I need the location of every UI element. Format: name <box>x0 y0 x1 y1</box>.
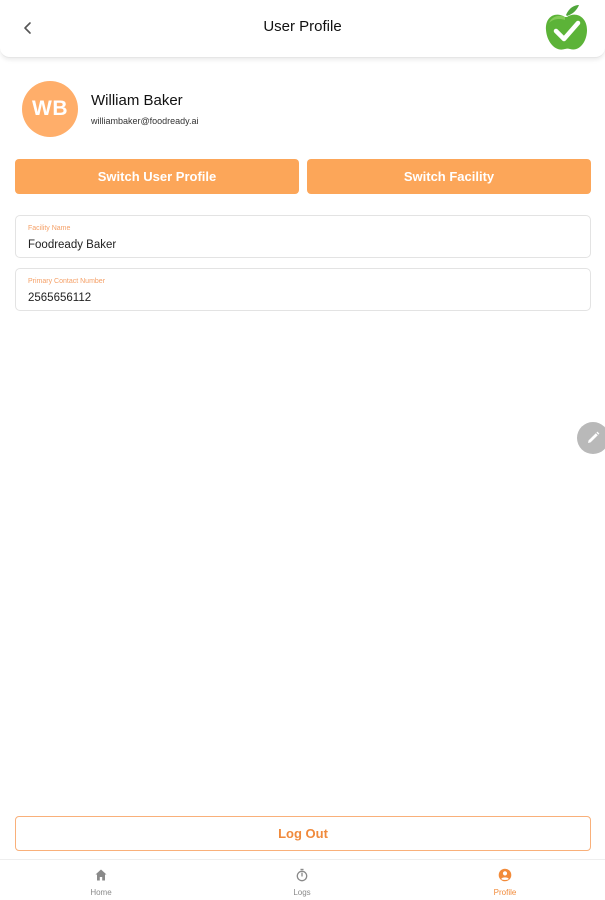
facility-name-label: Facility Name <box>28 225 71 232</box>
nav-item-logs[interactable]: Logs <box>262 868 342 900</box>
pencil-icon <box>588 431 600 443</box>
home-icon <box>94 868 108 882</box>
primary-contact-value[interactable]: 2565656112 <box>28 292 568 304</box>
app-screen: User Profile WB William Baker williambak… <box>0 0 605 900</box>
user-email: williambaker@foodready.ai <box>91 116 199 126</box>
primary-contact-label: Primary Contact Number <box>28 278 106 285</box>
facility-name-field[interactable]: Facility Name Foodready Baker <box>15 215 591 258</box>
edit-button[interactable] <box>577 422 605 454</box>
logout-button[interactable]: Log Out <box>15 816 591 851</box>
nav-label-profile: Profile <box>493 888 517 897</box>
apple-check-logo <box>545 5 587 50</box>
facility-name-value[interactable]: Foodready Baker <box>28 239 568 251</box>
bottom-navigation: Home Logs Profile <box>0 859 605 900</box>
nav-item-home[interactable]: Home <box>61 868 141 900</box>
nav-label-home: Home <box>90 888 112 897</box>
switch-user-profile-button[interactable]: Switch User Profile <box>15 159 299 194</box>
header-bar: User Profile <box>0 0 605 58</box>
page-title: User Profile <box>263 18 342 35</box>
nav-item-profile[interactable]: Profile <box>465 868 545 900</box>
switch-facility-button[interactable]: Switch Facility <box>307 159 591 194</box>
primary-contact-field[interactable]: Primary Contact Number 2565656112 <box>15 268 591 311</box>
avatar-initials: WB <box>32 97 68 120</box>
user-name: William Baker <box>91 92 183 109</box>
nav-label-logs: Logs <box>293 888 311 897</box>
user-circle-icon <box>498 868 512 882</box>
timer-icon <box>295 868 309 882</box>
avatar: WB <box>22 81 78 137</box>
